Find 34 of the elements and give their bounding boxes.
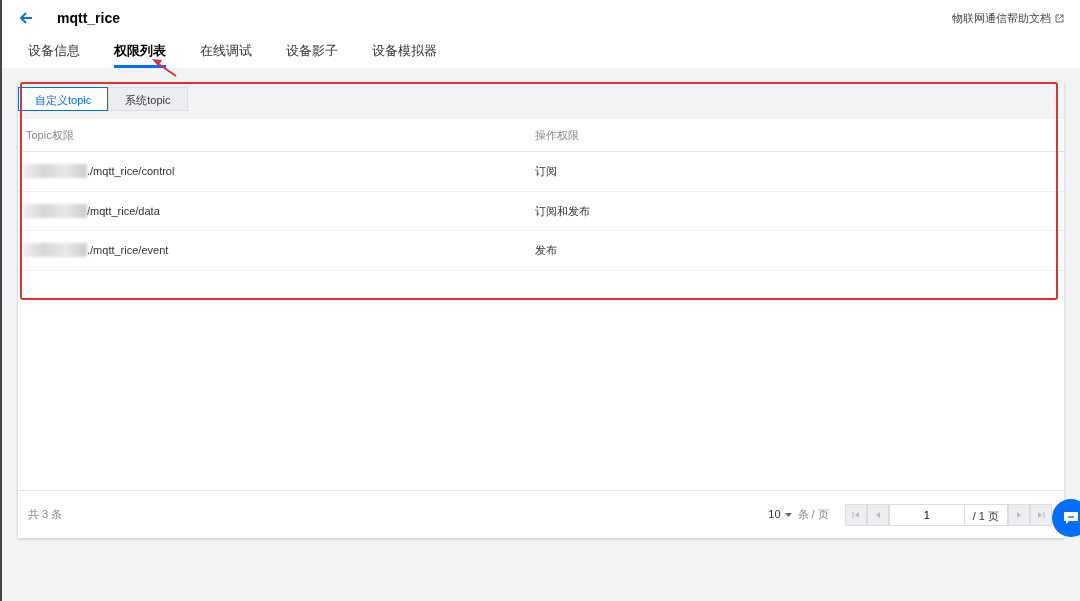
- first-page-icon: [851, 511, 860, 520]
- help-doc-link[interactable]: 物联网通信帮助文档: [952, 10, 1064, 27]
- redacted-text: [23, 203, 87, 218]
- page-input[interactable]: 1: [888, 503, 965, 526]
- total-count: 共 3 条: [28, 507, 63, 523]
- column-header: 操作权限: [535, 128, 579, 141]
- tab[interactable]: 设备模拟器: [372, 40, 437, 68]
- redacted-text: [23, 164, 87, 179]
- topic-cell-text: /mqtt_rice/data: [87, 203, 160, 219]
- next-page-icon: [1015, 511, 1023, 520]
- last-page-icon: [1037, 511, 1045, 520]
- chat-icon: [1063, 511, 1079, 525]
- back-arrow-icon[interactable]: [19, 12, 33, 25]
- column-header: Topic权限: [26, 128, 74, 141]
- topic-cell-text: ./mqtt_rice/event: [87, 243, 169, 258]
- permission-cell-text: 订阅: [535, 164, 557, 179]
- caret-icon: [784, 512, 792, 517]
- tab[interactable]: 在线调试: [200, 40, 252, 68]
- permission-cell-text: 发布: [535, 243, 557, 258]
- redacted-text: [23, 243, 87, 258]
- annotation-arrow: [150, 58, 178, 78]
- tab[interactable]: 设备信息: [28, 40, 80, 68]
- page-size-select[interactable]: 10: [768, 506, 792, 523]
- previous-page-button[interactable]: [866, 503, 889, 526]
- first-page-button[interactable]: [844, 503, 867, 526]
- next-page-button[interactable]: [1008, 503, 1030, 526]
- page-title: mqtt_rice: [57, 8, 121, 28]
- tab[interactable]: 设备影子: [286, 40, 338, 68]
- sub-tab[interactable]: 自定义topic: [18, 87, 109, 111]
- sub-tab[interactable]: 系统topic: [108, 87, 188, 111]
- per-page-label: 条 / 页: [797, 507, 829, 523]
- topic-cell-text: ./mqtt_rice/control: [87, 164, 175, 179]
- permission-cell-text: 订阅和发布: [535, 203, 590, 219]
- external-link-icon: [1055, 13, 1064, 23]
